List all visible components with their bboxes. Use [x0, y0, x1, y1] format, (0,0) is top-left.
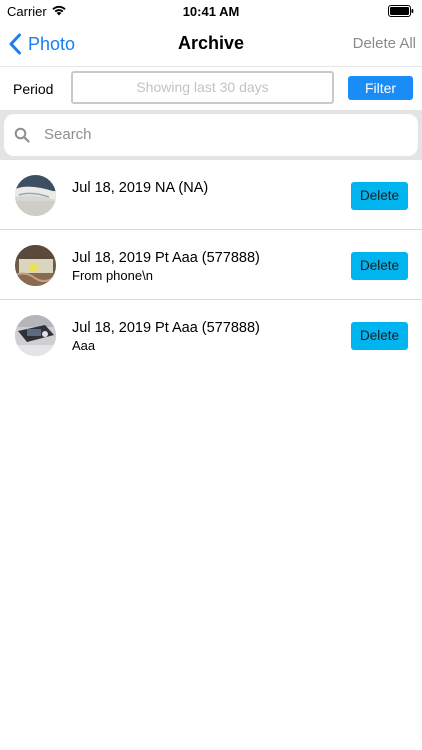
photo-thumbnail-icon — [15, 175, 56, 216]
status-time: 10:41 AM — [182, 4, 240, 19]
delete-button[interactable]: Delete — [351, 322, 408, 350]
avatar — [15, 315, 56, 356]
filter-button[interactable]: Filter — [348, 76, 413, 100]
archive-screen: Carrier 10:41 AM Photo Archive Delete Al… — [0, 0, 422, 750]
archive-list: Jul 18, 2019 NA (NA) Delete Jul 18, 2019… — [0, 160, 422, 370]
period-filter-row: Period Showing last 30 days Filter — [0, 66, 422, 110]
photo-thumbnail-icon — [15, 245, 56, 286]
search-box[interactable]: Search — [4, 114, 418, 156]
item-subtitle: Aaa — [72, 338, 96, 353]
item-title: Jul 18, 2019 NA (NA) — [72, 180, 209, 196]
item-title: Jul 18, 2019 Pt Aaa (577888) — [72, 250, 260, 266]
list-item[interactable]: Jul 18, 2019 NA (NA) Delete — [0, 160, 422, 230]
period-label: Period — [13, 81, 54, 97]
delete-button[interactable]: Delete — [351, 252, 408, 280]
avatar — [15, 175, 56, 216]
list-item[interactable]: Jul 18, 2019 Pt Aaa (577888) Aaa Delete — [0, 300, 422, 370]
delete-all-button[interactable]: Delete All — [353, 35, 416, 52]
search-bar: Search — [0, 110, 422, 160]
avatar — [15, 245, 56, 286]
search-input[interactable]: Search — [44, 126, 92, 143]
list-item[interactable]: Jul 18, 2019 Pt Aaa (577888) From phone\… — [0, 230, 422, 300]
search-icon — [14, 127, 30, 143]
photo-thumbnail-icon — [15, 315, 56, 356]
period-field[interactable]: Showing last 30 days — [71, 71, 334, 104]
navigation-bar: Photo Archive Delete All — [0, 22, 422, 66]
item-title: Jul 18, 2019 Pt Aaa (577888) — [72, 320, 260, 336]
item-subtitle: From phone\n — [72, 268, 153, 283]
status-bar: Carrier 10:41 AM — [0, 0, 422, 22]
delete-button[interactable]: Delete — [351, 182, 408, 210]
battery-icon — [388, 5, 414, 17]
